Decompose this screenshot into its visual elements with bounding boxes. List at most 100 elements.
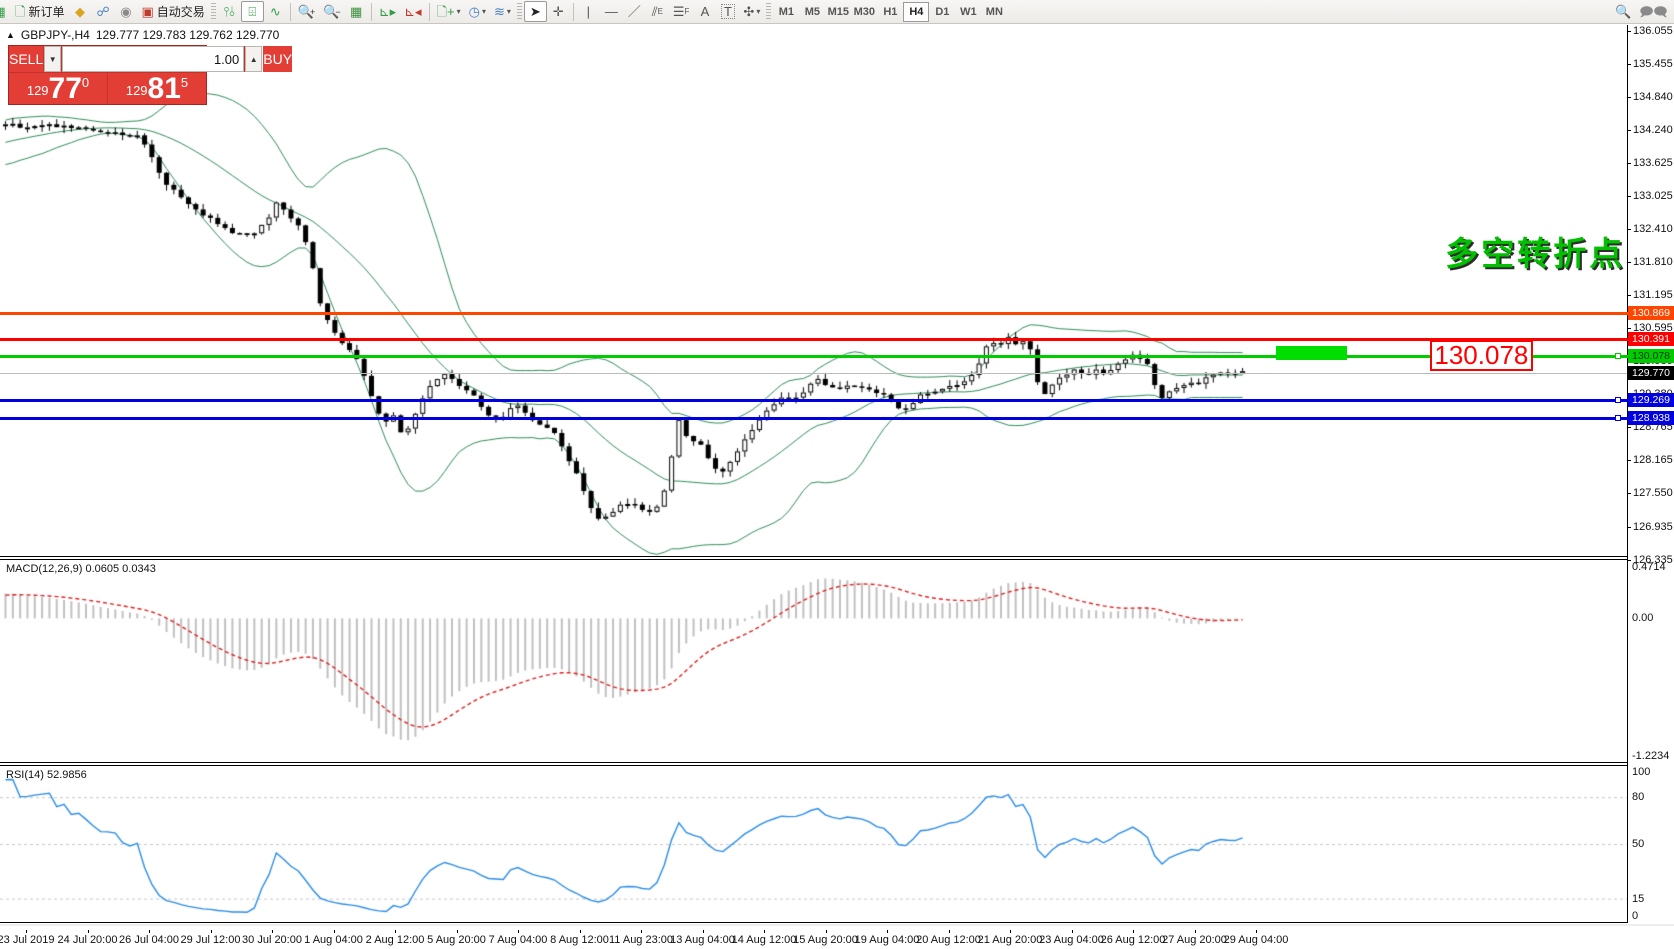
- collapse-triangle-icon[interactable]: ▲: [6, 30, 15, 40]
- current-price-label: 129.770: [1628, 366, 1674, 380]
- timeframe-mn[interactable]: MN: [981, 2, 1007, 22]
- rsi-indicator-label: RSI(14) 52.9856: [6, 769, 87, 781]
- timeframe-w1[interactable]: W1: [955, 2, 981, 22]
- volume-input[interactable]: [62, 46, 244, 72]
- crosshair-button[interactable]: ✛: [547, 1, 570, 22]
- tile-windows-button[interactable]: ▦: [345, 1, 368, 22]
- line-handle[interactable]: [1615, 353, 1621, 359]
- timeframe-h1[interactable]: H1: [877, 2, 903, 22]
- buy-button[interactable]: BUY: [263, 46, 292, 72]
- price-chart-canvas[interactable]: [0, 25, 1674, 949]
- bar-chart-button[interactable]: ⫯⫰: [218, 1, 241, 22]
- data-window-button[interactable]: ☍: [91, 1, 114, 22]
- channel-button[interactable]: ⫽E: [646, 1, 669, 22]
- time-tick: [887, 930, 888, 933]
- horizontal-level-line[interactable]: [0, 417, 1628, 420]
- mt4-application: ▦ 🗋 新订单 ◆ ☍ ◉ ▣ 自动交易 ⫯⫰ ⌹ ∿ 🔍+ 🔍− ▦ ⊾▸ ⊾…: [0, 0, 1674, 949]
- sell-price-display[interactable]: 129770: [9, 73, 107, 104]
- highlight-rectangle-object[interactable]: [1276, 346, 1348, 359]
- volume-decrease-button[interactable]: ▼: [44, 46, 61, 72]
- data-window-icon: ☍: [96, 5, 109, 18]
- price-tick-label: 131.810: [1633, 256, 1673, 268]
- rsi-pane-separator[interactable]: [0, 762, 1628, 766]
- date-label: 2 Aug 12:00: [366, 934, 425, 946]
- price-level-label: 128.938: [1628, 411, 1674, 425]
- candlestick-chart-button[interactable]: ⌹: [241, 1, 264, 22]
- macd-indicator-label: MACD(12,26,9) 0.0605 0.0343: [6, 563, 156, 575]
- horizontal-level-line[interactable]: [0, 355, 1628, 358]
- volume-increase-button[interactable]: ▲: [245, 46, 262, 72]
- annotation-text-object[interactable]: 多空转折点: [1445, 227, 1625, 275]
- date-label: 23 Jul 2019: [0, 934, 54, 946]
- hline-button[interactable]: —: [600, 1, 623, 22]
- indicators-icon: 🗋+: [437, 5, 455, 18]
- time-axis-line: [0, 922, 1628, 923]
- text-icon: A: [701, 5, 710, 18]
- crosshair-icon: ✛: [553, 5, 564, 18]
- chat-button[interactable]: 🗩🗨: [1635, 1, 1672, 22]
- text-label-button[interactable]: T: [716, 1, 739, 22]
- shapes-button[interactable]: ✣▾: [739, 1, 764, 22]
- line-handle[interactable]: [1615, 397, 1621, 403]
- indicators-button[interactable]: 🗋+▾: [433, 1, 465, 22]
- price-tick-label: 134.240: [1633, 124, 1673, 136]
- date-label: 11 Aug 23:00: [609, 934, 673, 946]
- timeframe-m1[interactable]: M1: [773, 2, 799, 22]
- horizontal-line-icon: —: [605, 5, 618, 18]
- horizontal-level-line[interactable]: [0, 312, 1628, 315]
- trendline-icon: ／: [628, 5, 641, 18]
- timeframe-d1[interactable]: D1: [929, 2, 955, 22]
- one-click-trading-panel: SELL ▼ ▲ BUY 129770 129815: [8, 45, 207, 105]
- vertical-line-icon: |: [587, 5, 590, 18]
- time-tick: [518, 930, 519, 933]
- price-callout-box[interactable]: 130.078: [1430, 340, 1533, 371]
- new-order-button[interactable]: 🗋 新订单: [11, 1, 68, 22]
- time-tick: [26, 930, 27, 933]
- date-label: 26 Aug 12:00: [1101, 934, 1166, 946]
- trendline-button[interactable]: ／: [623, 1, 646, 22]
- auto-scroll-button[interactable]: ⊾▸: [375, 1, 400, 22]
- navigator-button[interactable]: ◉: [114, 1, 137, 22]
- date-label: 29 Aug 04:00: [1224, 934, 1289, 946]
- search-button[interactable]: 🔍: [1611, 1, 1635, 22]
- zoom-out-button[interactable]: 🔍−: [319, 1, 344, 22]
- template-icon: ≋: [494, 5, 505, 18]
- horizontal-level-line[interactable]: [0, 338, 1628, 341]
- time-tick: [826, 930, 827, 933]
- horizontal-level-line[interactable]: [0, 399, 1628, 402]
- auto-trading-button[interactable]: ▣ 自动交易: [137, 1, 208, 22]
- periods-button[interactable]: ◷▾: [465, 1, 490, 22]
- zoom-in-button[interactable]: 🔍+: [294, 1, 319, 22]
- timeframe-m5[interactable]: M5: [799, 2, 825, 22]
- market-watch-button[interactable]: ◆: [68, 1, 91, 22]
- fibonacci-icon: ☰: [673, 5, 685, 18]
- date-label: 15 Aug 20:00: [793, 934, 858, 946]
- date-label: 30 Jul 20:00: [242, 934, 302, 946]
- line-handle[interactable]: [1615, 415, 1621, 421]
- time-tick: [334, 930, 335, 933]
- chart-shift-button[interactable]: ⊾◂: [400, 1, 425, 22]
- cursor-button[interactable]: ➤: [524, 1, 547, 22]
- time-axis: 23 Jul 201924 Jul 20:0026 Jul 04:0029 Ju…: [0, 930, 1628, 949]
- timeframe-m30[interactable]: M30: [851, 2, 877, 22]
- timeframe-m15[interactable]: M15: [825, 2, 851, 22]
- fibonacci-button[interactable]: ☰F: [669, 1, 694, 22]
- cursor-icon: ➤: [530, 5, 541, 18]
- new-order-icon: 🗋: [15, 5, 25, 18]
- rsi-axis-label: 50: [1632, 838, 1644, 850]
- buy-price-display[interactable]: 129815: [108, 73, 206, 104]
- sell-button[interactable]: SELL: [9, 46, 43, 72]
- time-tick: [395, 930, 396, 933]
- macd-pane-separator[interactable]: [0, 556, 1628, 560]
- price-tick-label: 132.410: [1633, 223, 1673, 235]
- time-tick: [149, 930, 150, 933]
- symbol-period-label: GBPJPY-,H4: [21, 28, 90, 42]
- new-chart-icon[interactable]: ▦: [0, 1, 11, 22]
- text-button[interactable]: A: [693, 1, 716, 22]
- templates-button[interactable]: ≋▾: [490, 1, 515, 22]
- timeframe-h4[interactable]: H4: [903, 2, 929, 22]
- vline-button[interactable]: |: [577, 1, 600, 22]
- time-tick: [457, 930, 458, 933]
- time-tick: [211, 930, 212, 933]
- line-chart-button[interactable]: ∿: [264, 1, 287, 22]
